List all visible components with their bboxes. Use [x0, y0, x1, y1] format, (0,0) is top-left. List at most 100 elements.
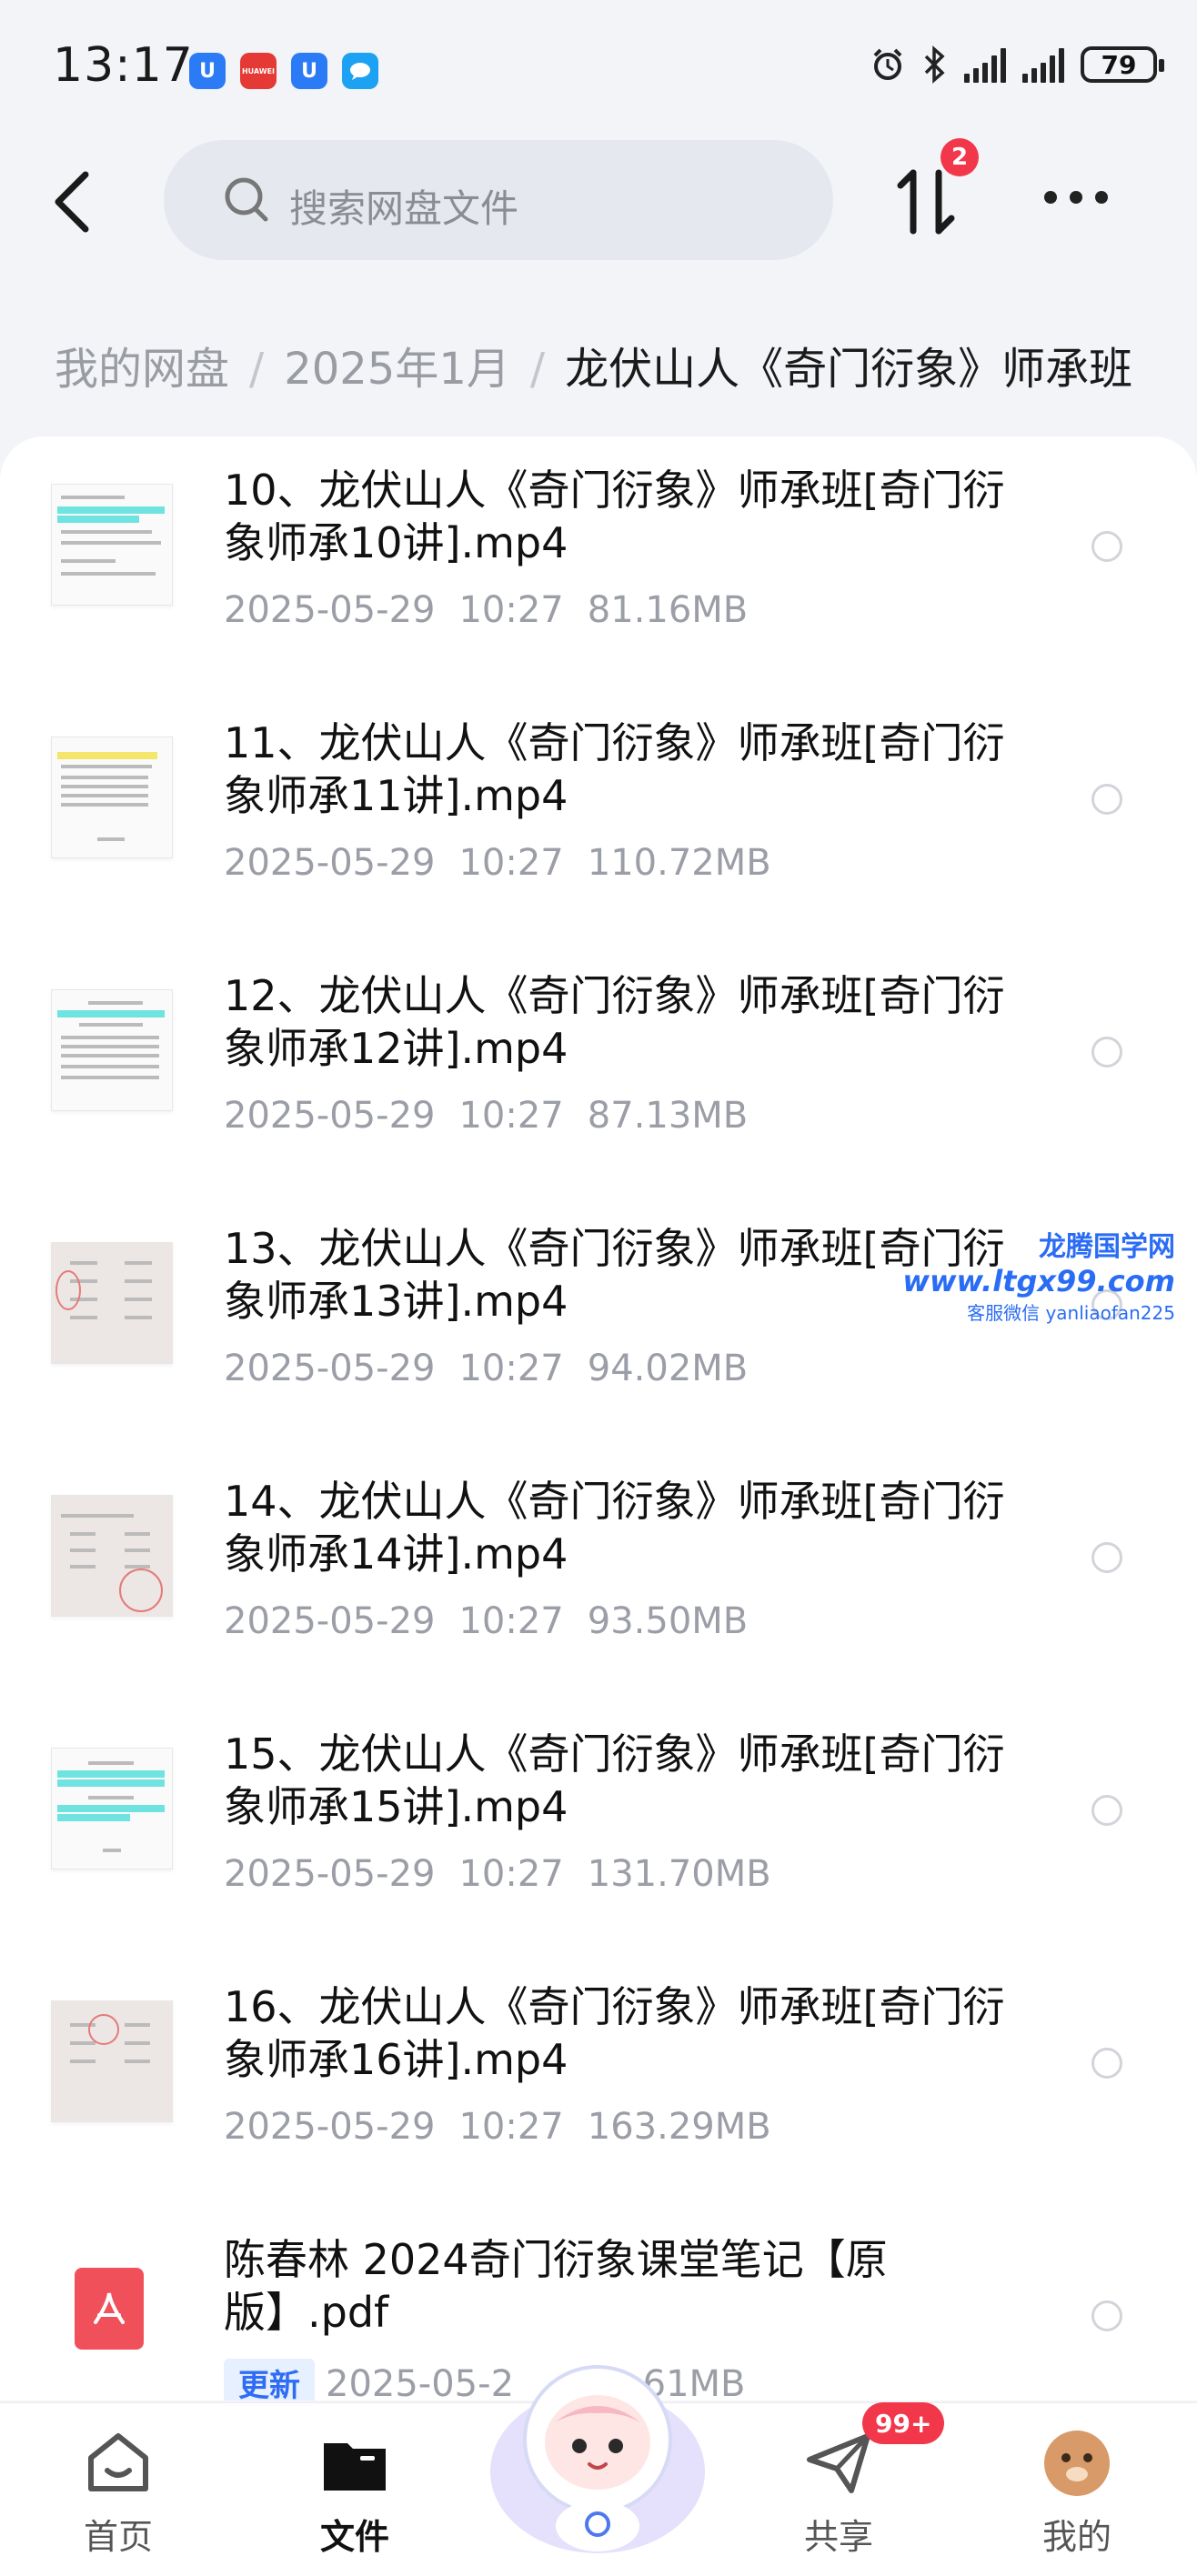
assistant-mascot-icon[interactable]: [484, 2335, 711, 2562]
tab-files-label: 文件: [319, 2517, 389, 2557]
video-thumbnail: [51, 1242, 173, 1364]
watermark: 龙腾国学网 www.ltgx99.com 客服微信 yanliaofan225: [902, 1224, 1175, 1325]
file-row[interactable]: 15、龙伏山人《奇门衍象》师承班[奇门衍象师承15讲].mp4 2025-05-…: [0, 1700, 1197, 1953]
file-date: 2025-05-29: [224, 1853, 436, 1895]
send-icon: [807, 2433, 870, 2493]
tab-mine-label: 我的: [1041, 2517, 1112, 2557]
file-time: 10:27: [458, 1600, 564, 1642]
video-thumbnail: [51, 1495, 173, 1617]
alarm-icon: [873, 48, 902, 80]
file-size: 110.72MB: [587, 842, 771, 884]
select-radio[interactable]: [1091, 1542, 1122, 1573]
file-meta: 2025-05-29 10:27 131.70MB: [224, 1853, 771, 1895]
pdf-file-icon: [75, 2268, 144, 2350]
select-radio[interactable]: [1091, 1795, 1122, 1826]
file-date: 2025-05-29: [224, 1600, 436, 1642]
system-icons: 79: [870, 45, 1164, 84]
huawei-icon: HUAWEI: [240, 53, 277, 89]
tab-share-label: 共享: [803, 2517, 873, 2557]
folder-icon: [324, 2443, 386, 2491]
file-meta: 2025-05-29 10:27 93.50MB: [224, 1600, 748, 1642]
file-name: 14、龙伏山人《奇门衍象》师承班[奇门衍象师承14讲].mp4: [224, 1477, 1005, 1579]
file-date: 2025-05-29: [224, 589, 436, 631]
file-time: 10:27: [458, 589, 564, 631]
select-radio[interactable]: [1091, 2048, 1122, 2079]
file-size: 81.16MB: [587, 589, 749, 631]
chat-icon: [342, 53, 378, 89]
file-size: 163.29MB: [587, 2106, 771, 2148]
battery-icon: 79: [1081, 46, 1164, 83]
file-row[interactable]: 14、龙伏山人《奇门衍象》师承班[奇门衍象师承14讲].mp4 2025-05-…: [0, 1448, 1197, 1700]
breadcrumb-item-month[interactable]: 2025年1月: [284, 344, 510, 395]
file-name: 16、龙伏山人《奇门衍象》师承班[奇门衍象师承16讲].mp4: [224, 1982, 1005, 2084]
tab-home-label: 首页: [83, 2517, 153, 2557]
select-radio[interactable]: [1091, 784, 1122, 815]
breadcrumb-item-my-disk[interactable]: 我的网盘: [55, 344, 229, 395]
signal-icon: [1022, 46, 1064, 83]
file-time: 10:27: [458, 2106, 564, 2148]
battery-level: 79: [1101, 49, 1137, 80]
transfer-badge: 2: [940, 138, 979, 176]
video-thumbnail: [51, 989, 173, 1111]
file-name: 15、龙伏山人《奇门衍象》师承班[奇门衍象师承15讲].mp4: [224, 1729, 1005, 1831]
tab-home[interactable]: 首页: [45, 2427, 191, 2559]
breadcrumb-separator: /: [529, 344, 546, 395]
file-meta: 2025-05-29 10:27 163.29MB: [224, 2106, 771, 2148]
file-time: 10:27: [458, 1348, 564, 1389]
signal-icon: [964, 46, 1006, 83]
watermark-title: 龙腾国学网: [1039, 1231, 1175, 1263]
file-row[interactable]: 10、龙伏山人《奇门衍象》师承班[奇门衍象师承10讲].mp4 2025-05-…: [0, 436, 1197, 689]
file-name: 10、龙伏山人《奇门衍象》师承班[奇门衍象师承10讲].mp4: [224, 466, 1005, 567]
video-thumbnail: [51, 1748, 173, 1869]
select-radio[interactable]: [1091, 531, 1122, 562]
file-meta: 2025-05-29 10:27 94.02MB: [224, 1348, 748, 1389]
video-thumbnail: [51, 737, 173, 858]
more-icon[interactable]: [1044, 191, 1108, 204]
search-icon: [225, 177, 268, 222]
tab-mine[interactable]: 我的: [1004, 2427, 1150, 2559]
file-row[interactable]: 11、龙伏山人《奇门衍象》师承班[奇门衍象师承11讲].mp4 2025-05-…: [0, 689, 1197, 942]
video-thumbnail: [51, 484, 173, 606]
file-size: 131.70MB: [587, 1853, 771, 1895]
breadcrumb-separator: /: [249, 344, 265, 395]
select-radio[interactable]: [1091, 2300, 1122, 2331]
file-size: 93.50MB: [587, 1600, 749, 1642]
breadcrumb-item-current: 龙伏山人《奇门衍象》师承班: [565, 344, 1133, 395]
search-bar[interactable]: 搜索网盘文件: [164, 140, 833, 260]
file-meta: 2025-05-29 10:27 81.16MB: [224, 589, 748, 631]
baidu-netdisk-icon: U: [291, 53, 327, 89]
file-name: 陈春林 2024奇门衍象课堂笔记【原版】.pdf: [224, 2235, 888, 2337]
file-meta: 2025-05-29 10:27 110.72MB: [224, 842, 771, 884]
file-date: 2025-05-29: [224, 842, 436, 884]
share-badge: 99+: [862, 2402, 945, 2444]
notification-icons: U HUAWEI U: [189, 53, 378, 89]
file-list: 10、龙伏山人《奇门衍象》师承班[奇门衍象师承10讲].mp4 2025-05-…: [0, 436, 1197, 2401]
file-name: 12、龙伏山人《奇门衍象》师承班[奇门衍象师承12讲].mp4: [224, 971, 1005, 1073]
back-icon[interactable]: [47, 169, 98, 235]
file-date: 2025-05-29: [224, 1095, 436, 1137]
transfer-icon[interactable]: [895, 165, 959, 238]
tab-share[interactable]: 共享: [766, 2427, 911, 2559]
watermark-contact: 客服微信 yanliaofan225: [967, 1302, 1175, 1324]
status-time: 13:17: [53, 38, 194, 93]
select-radio[interactable]: [1091, 1037, 1122, 1067]
file-time: 10:27: [458, 1095, 564, 1137]
file-row[interactable]: 12、龙伏山人《奇门衍象》师承班[奇门衍象师承12讲].mp4 2025-05-…: [0, 942, 1197, 1195]
bluetooth-icon: [924, 45, 945, 84]
file-time: 10:27: [458, 842, 564, 884]
watermark-url: www.ltgx99.com: [902, 1264, 1175, 1298]
file-name: 11、龙伏山人《奇门衍象》师承班[奇门衍象师承11讲].mp4: [224, 718, 1005, 820]
file-size: 87.13MB: [587, 1095, 749, 1137]
breadcrumb: 我的网盘 / 2025年1月 / 龙伏山人《奇门衍象》师承班: [55, 333, 1132, 396]
file-date: 2025-05-29: [224, 1348, 436, 1389]
baidu-netdisk-icon: U: [189, 53, 226, 89]
update-tag: 更新: [224, 2359, 315, 2401]
file-size: 94.02MB: [587, 1348, 749, 1389]
tab-files[interactable]: 文件: [282, 2427, 428, 2559]
search-placeholder: 搜索网盘文件: [289, 186, 519, 231]
file-time: 10:27: [458, 1853, 564, 1895]
home-icon: [88, 2433, 148, 2491]
file-row[interactable]: 16、龙伏山人《奇门衍象》师承班[奇门衍象师承16讲].mp4 2025-05-…: [0, 1953, 1197, 2206]
video-thumbnail: [51, 2000, 173, 2122]
status-bar: 13:17 U HUAWEI U 79: [0, 0, 1197, 136]
